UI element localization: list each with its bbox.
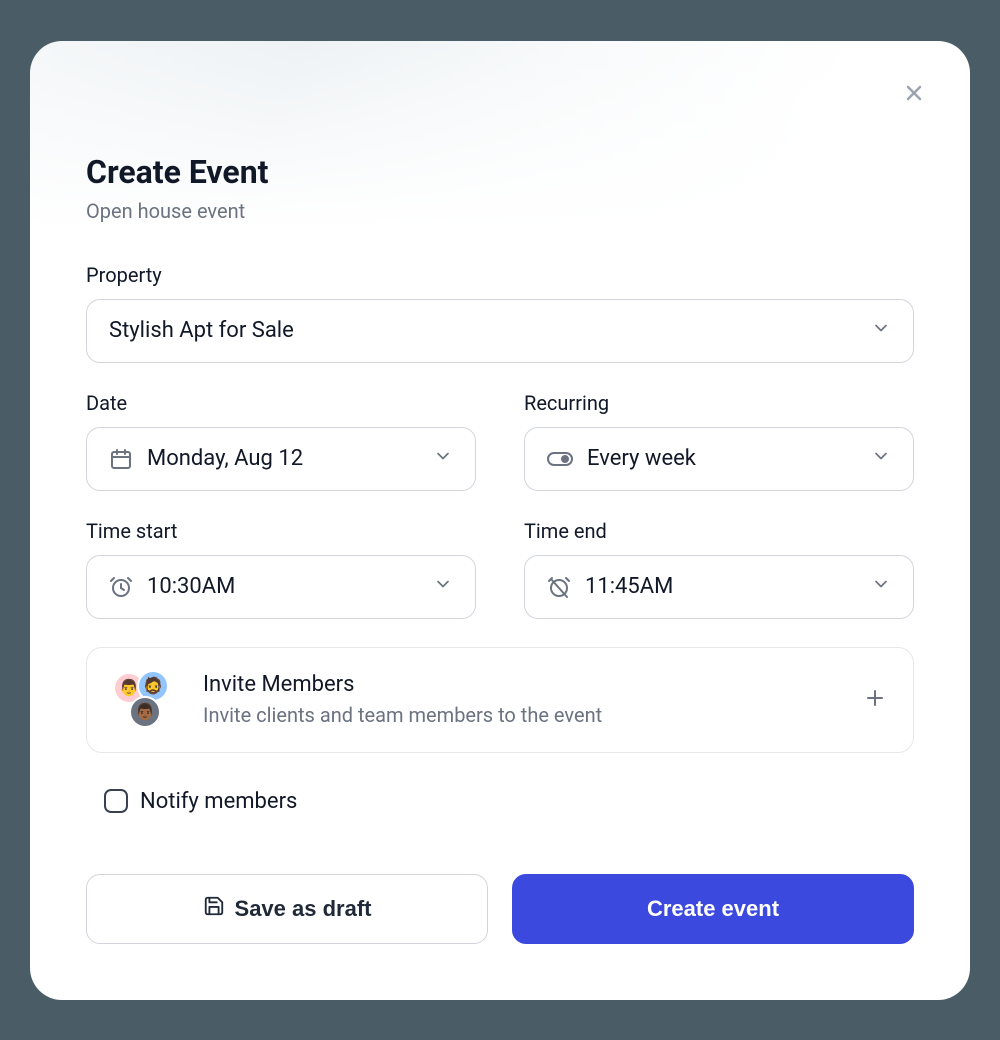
recurring-select[interactable]: Every week — [524, 427, 914, 491]
chevron-down-icon — [871, 574, 891, 600]
chevron-down-icon — [871, 446, 891, 472]
chevron-down-icon — [871, 318, 891, 344]
date-value: Monday, Aug 12 — [147, 446, 303, 471]
property-select[interactable]: Stylish Apt for Sale — [86, 299, 914, 363]
modal-subtitle: Open house event — [86, 199, 914, 223]
close-button[interactable] — [898, 77, 930, 109]
property-group: Property Stylish Apt for Sale — [86, 263, 914, 363]
time-end-label: Time end — [524, 519, 914, 543]
calendar-icon — [109, 447, 133, 471]
notify-checkbox[interactable] — [104, 789, 128, 813]
toggle-icon — [547, 450, 573, 468]
time-end-group: Time end 11:45AM — [524, 519, 914, 619]
recurring-label: Recurring — [524, 391, 914, 415]
time-end-value: 11:45AM — [585, 574, 673, 599]
save-draft-button[interactable]: Save as draft — [86, 874, 488, 944]
property-label: Property — [86, 263, 914, 287]
alarm-off-icon — [547, 575, 571, 599]
invite-members-card[interactable]: 👨 🧔 👨🏾 Invite Members Invite clients and… — [86, 647, 914, 753]
recurring-value: Every week — [587, 446, 696, 471]
recurring-group: Recurring Every week — [524, 391, 914, 491]
time-start-label: Time start — [86, 519, 476, 543]
save-draft-label: Save as draft — [235, 896, 372, 922]
plus-icon — [863, 686, 887, 714]
notify-row: Notify members — [86, 789, 914, 814]
modal-header: Create Event Open house event — [86, 153, 914, 223]
modal-title: Create Event — [86, 153, 914, 191]
property-value: Stylish Apt for Sale — [109, 318, 294, 343]
date-group: Date Monday, Aug 12 — [86, 391, 476, 491]
avatar-cluster: 👨 🧔 👨🏾 — [113, 670, 181, 730]
create-event-button[interactable]: Create event — [512, 874, 914, 944]
chevron-down-icon — [433, 574, 453, 600]
time-end-select[interactable]: 11:45AM — [524, 555, 914, 619]
modal-footer: Save as draft Create event — [86, 874, 914, 944]
invite-title: Invite Members — [203, 672, 602, 697]
notify-label: Notify members — [140, 789, 297, 814]
alarm-icon — [109, 575, 133, 599]
invite-description: Invite clients and team members to the e… — [203, 703, 602, 727]
save-icon — [203, 895, 225, 923]
chevron-down-icon — [433, 446, 453, 472]
create-event-label: Create event — [647, 896, 779, 922]
time-start-group: Time start 10:30AM — [86, 519, 476, 619]
close-icon — [902, 81, 926, 105]
date-label: Date — [86, 391, 476, 415]
avatar: 👨🏾 — [129, 696, 161, 728]
time-start-value: 10:30AM — [147, 574, 235, 599]
date-select[interactable]: Monday, Aug 12 — [86, 427, 476, 491]
create-event-modal: Create Event Open house event Property S… — [30, 41, 970, 1000]
time-start-select[interactable]: 10:30AM — [86, 555, 476, 619]
